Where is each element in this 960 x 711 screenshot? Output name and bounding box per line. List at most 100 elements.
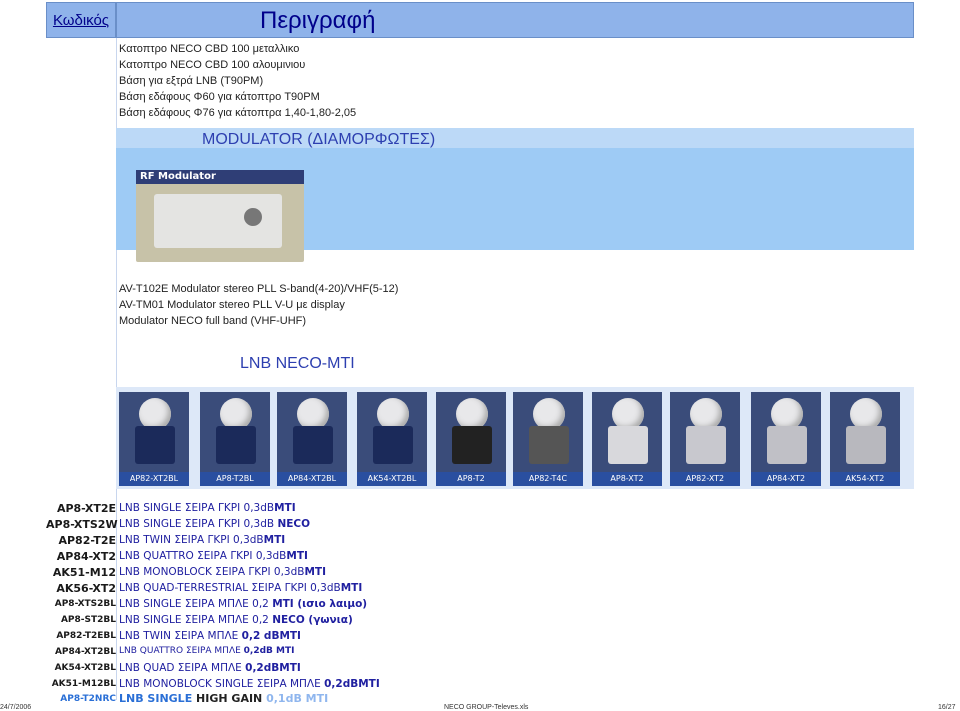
lnb-photo: AP8-T2 [436, 392, 506, 486]
desc-brand: NECO (γωνια) [272, 614, 353, 626]
desc-text: LNB TWIN ΣΕΙΡΑ ΓΚΡΙ 0,3dB [119, 534, 264, 546]
desc-text: LNB QUATTRO ΣΕΙΡΑ ΜΠΛΕ [119, 646, 244, 656]
lnb-photo: AP84-XT2 [751, 392, 821, 486]
product-description: LNB TWIN ΣΕΙΡΑ ΓΚΡΙ 0,3dBMTI [119, 534, 285, 546]
desc-brand: MTI [340, 582, 363, 594]
description-header-label: Περιγραφή [260, 7, 376, 34]
lnb-body [293, 426, 333, 464]
lnb-body [373, 426, 413, 464]
desc-brand: 0,2 dBMTI [241, 630, 301, 642]
desc-text: LNB TWIN ΣΕΙΡΑ ΜΠΛΕ [119, 630, 242, 642]
lnb-photo: AP82-XT2BL [119, 392, 189, 486]
lnb-photo: AP82-XT2 [670, 392, 740, 486]
desc-brand: 0,2dBMTI [324, 678, 380, 690]
lnb-photo: AP82-T4C [513, 392, 583, 486]
desc-text: LNB SINGLE [119, 692, 197, 705]
knob-icon [244, 208, 262, 226]
list-item: AV-TM01 Modulator stereo PLL V-U με disp… [119, 299, 345, 311]
lnb-body [452, 426, 492, 464]
desc-brand: HIGH GAIN [196, 692, 263, 705]
list-item: Κατοπτρο NECO CBD 100 μεταλλικο [119, 43, 300, 55]
desc-text: LNB QUATTRO ΣΕΙΡΑ ΓΚΡΙ 0,3dB [119, 550, 287, 562]
lnb-section-title: LNB NECO-MTI [240, 355, 355, 372]
desc-text: LNB SINGLE ΣΕΙΡΑ ΓΚΡΙ 0,3dB [119, 518, 278, 530]
desc-text: LNB QUAD ΣΕΙΡΑ ΜΠΛΕ [119, 662, 246, 674]
desc-brand: NECO [277, 518, 311, 530]
product-code: AP8-XTS2BL [54, 599, 116, 609]
product-code: AP8-T2NRC [60, 694, 116, 704]
lnb-body [686, 426, 726, 464]
list-item: Βάση για εξτρά LNB (T90PM) [119, 75, 264, 87]
lnb-body [608, 426, 648, 464]
device-body [154, 194, 282, 248]
product-code: AK54-XT2BL [54, 663, 116, 673]
lnb-photo-label: AP82-XT2BL [119, 472, 189, 486]
product-description: LNB TWIN ΣΕΙΡΑ ΜΠΛΕ 0,2 dBMTI [119, 630, 301, 642]
product-description: LNB SINGLE HIGH GAIN 0,1dB MTI [119, 692, 328, 705]
product-description: LNB SINGLE ΣΕΙΡΑ ΜΠΛΕ 0,2 MTI (ισιο λαιμ… [119, 598, 367, 610]
lnb-body [846, 426, 886, 464]
product-code: AK51-M12BL [51, 679, 116, 689]
lnb-photo-label: AP8-XT2 [592, 472, 662, 486]
desc-text: LNB SINGLE ΣΕΙΡΑ ΜΠΛΕ 0,2 [119, 598, 273, 610]
desc-brand: 0,2dBMTI [245, 662, 301, 674]
product-code: AP8-XTS2W [46, 518, 118, 531]
product-description: LNB QUATTRO ΣΕΙΡΑ ΜΠΛΕ 0,2dB MTI [119, 646, 294, 656]
product-code: AP82-T2EBL [56, 631, 116, 641]
desc-text: LNB SINGLE ΣΕΙΡΑ ΓΚΡΙ 0,3dB [119, 502, 275, 514]
list-item: Κατοπτρο NECO CBD 100 αλουμινιου [119, 59, 306, 71]
lnb-body [767, 426, 807, 464]
product-description: LNB QUATTRO ΣΕΙΡΑ ΓΚΡΙ 0,3dBMTI [119, 550, 308, 562]
footer-date: 24/7/2006 [0, 704, 32, 711]
rf-modulator-photo: RF Modulator [136, 170, 304, 262]
column-header-description: Περιγραφή [116, 2, 914, 38]
desc-text: LNB SINGLE ΣΕΙΡΑ ΜΠΛΕ 0,2 [119, 614, 273, 626]
product-description: LNB MONOBLOCK SINGLE ΣΕΙΡΑ ΜΠΛΕ 0,2dBMTI [119, 678, 380, 690]
product-description: LNB MONOBLOCK ΣΕΙΡΑ ΓΚΡΙ 0,3dBMTI [119, 566, 326, 578]
desc-brand: MTI (ισιο λαιμο) [272, 598, 368, 610]
photo-banner-label: RF Modulator [140, 171, 216, 182]
desc-brand: MTI [304, 566, 327, 578]
product-description: LNB QUAD-TERRESTRIAL ΣΕΙΡΑ ΓΚΡΙ 0,3dBMTI [119, 582, 362, 594]
desc-brand: MTI [274, 502, 296, 514]
product-code: AK56-XT2 [56, 582, 116, 595]
code-header-label: Κωδικός [52, 11, 110, 29]
product-code: AK51-M12 [52, 566, 116, 579]
desc-text: LNB QUAD-TERRESTRIAL ΣΕΙΡΑ ΓΚΡΙ 0,3dB [119, 582, 341, 594]
lnb-photo: AP84-XT2BL [277, 392, 347, 486]
footer-filename: NECO GROUP-Televes.xls [444, 704, 529, 711]
product-code: AP8-ST2BL [60, 615, 116, 625]
desc-text: LNB MONOBLOCK SINGLE ΣΕΙΡΑ ΜΠΛΕ [119, 678, 325, 690]
lnb-photo: AK54-XT2BL [357, 392, 427, 486]
lnb-photo-label: AP82-XT2 [670, 472, 740, 486]
product-code: AP8-XT2E [56, 502, 116, 515]
list-item: AV-T102E Modulator stereo PLL S-band(4-2… [119, 283, 399, 295]
desc-brand: 0,2dB MTI [243, 646, 295, 656]
lnb-photo: AK54-XT2 [830, 392, 900, 486]
lnb-photo-label: AP8-T2 [436, 472, 506, 486]
product-code: AP84-XT2 [56, 550, 116, 563]
product-description: LNB SINGLE ΣΕΙΡΑ ΓΚΡΙ 0,3dBMTI [119, 502, 296, 514]
footer-page: 16/27 [938, 704, 956, 711]
lnb-photo-label: AP82-T4C [513, 472, 583, 486]
lnb-photo: AP8-T2BL [200, 392, 270, 486]
list-item: Modulator NECO full band (VHF-UHF) [119, 315, 307, 327]
lnb-photo: AP8-XT2 [592, 392, 662, 486]
product-description: LNB SINGLE ΣΕΙΡΑ ΜΠΛΕ 0,2 NECO (γωνια) [119, 614, 353, 626]
lnb-photo-label: AP84-XT2BL [277, 472, 347, 486]
lnb-body [216, 426, 256, 464]
column-header-code: Κωδικός [46, 2, 116, 38]
desc-brand: MTI [286, 550, 308, 562]
product-description: LNB SINGLE ΣΕΙΡΑ ΓΚΡΙ 0,3dB NECO [119, 518, 310, 530]
desc-brand: MTI [263, 534, 286, 546]
lnb-photo-label: AK54-XT2 [830, 472, 900, 486]
product-description: LNB QUAD ΣΕΙΡΑ ΜΠΛΕ 0,2dBMTI [119, 662, 301, 674]
list-item: Βάση εδάφους Φ76 για κάτοπτρα 1,40-1,80-… [119, 107, 357, 119]
lnb-photo-label: AP8-T2BL [200, 472, 270, 486]
desc-text: LNB MONOBLOCK ΣΕΙΡΑ ΓΚΡΙ 0,3dB [119, 566, 305, 578]
product-code: AP82-T2E [58, 534, 116, 547]
lnb-photo-label: AP84-XT2 [751, 472, 821, 486]
list-item: Βάση εδάφους Φ60 για κάτοπτρο T90PM [119, 91, 320, 103]
lnb-body [529, 426, 569, 464]
desc-tail: 0,1dB MTI [262, 692, 329, 705]
